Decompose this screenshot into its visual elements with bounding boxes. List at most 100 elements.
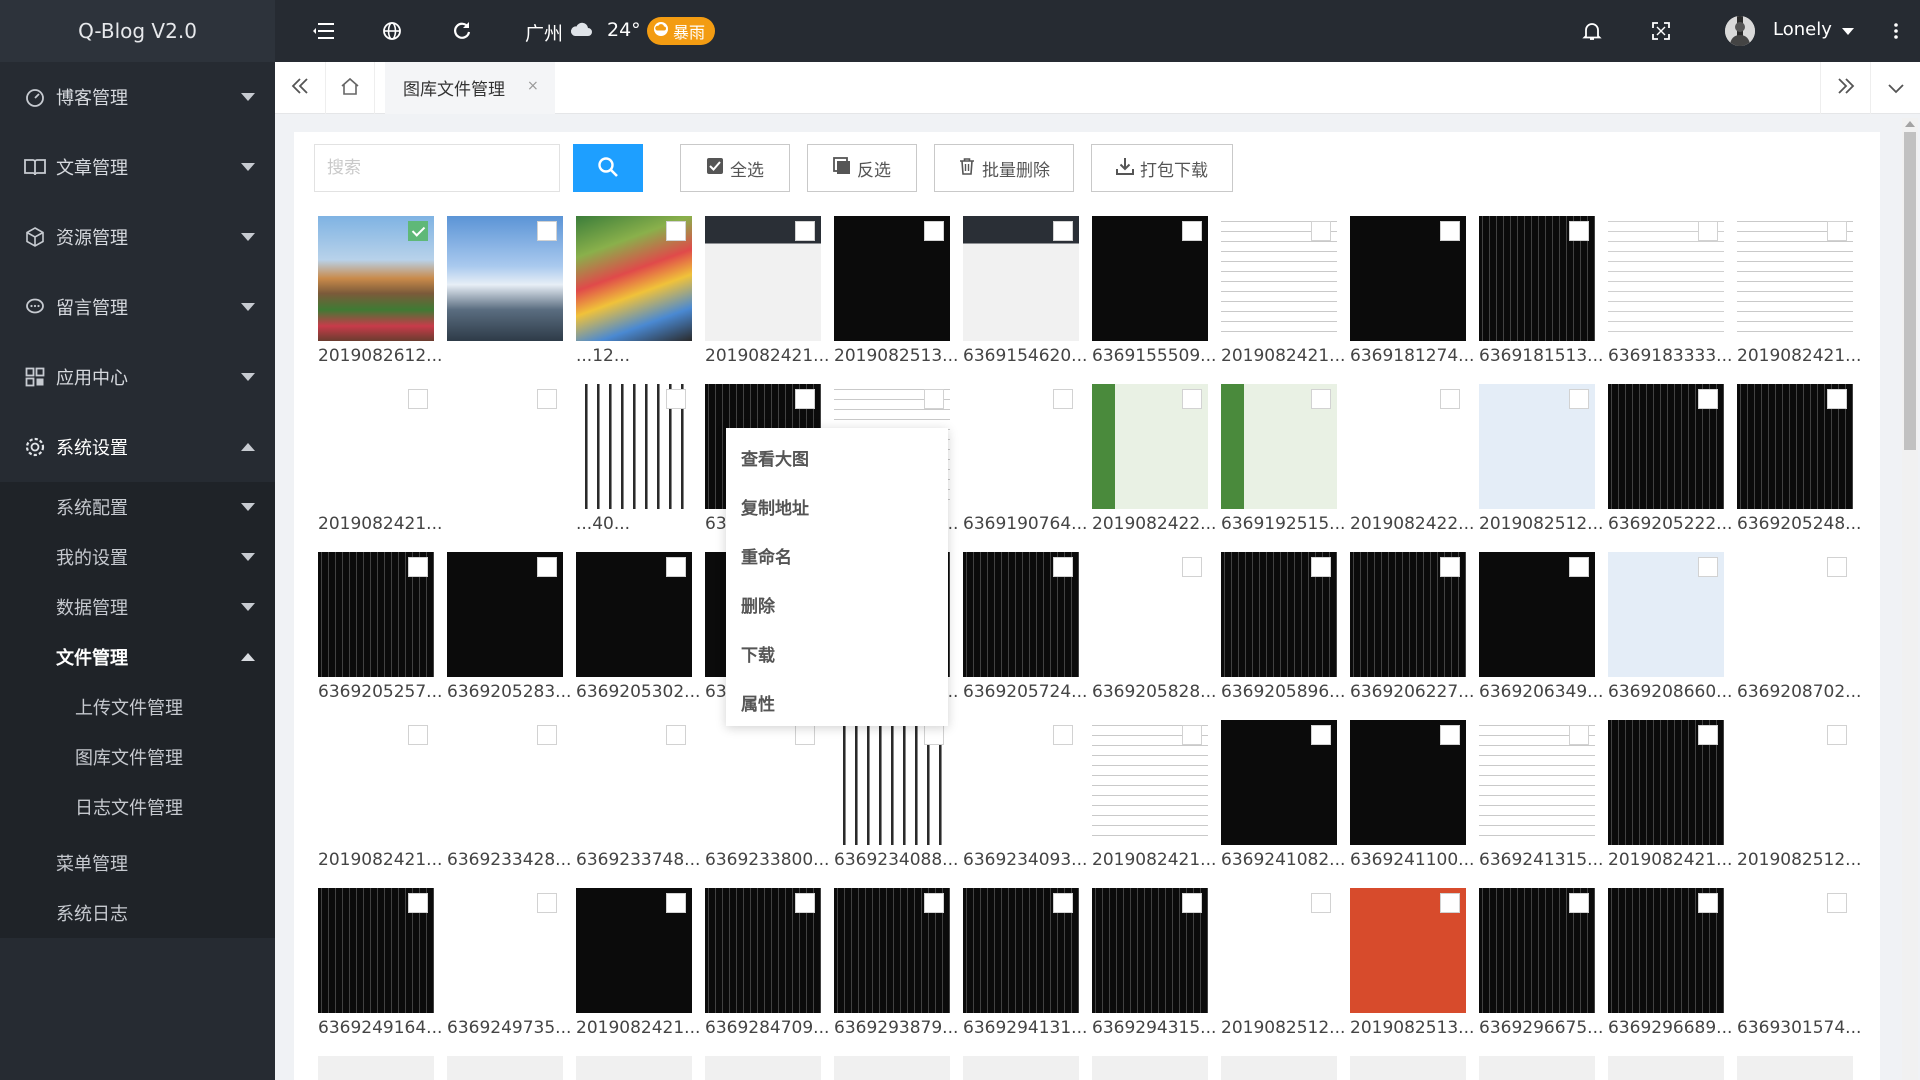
image-tile[interactable]: 6369205896... — [1221, 552, 1345, 708]
image-thumbnail[interactable] — [834, 1056, 950, 1080]
image-thumbnail[interactable] — [576, 1056, 692, 1080]
globe-icon[interactable] — [379, 18, 405, 44]
image-tile[interactable]: 6369233800... — [705, 720, 829, 876]
image-tile[interactable]: 2019082422... — [1092, 384, 1216, 540]
checkbox[interactable] — [1698, 893, 1718, 913]
menu-apps[interactable]: 应用中心 — [0, 342, 275, 412]
checkbox[interactable] — [1569, 221, 1589, 241]
checkbox[interactable] — [1311, 725, 1331, 745]
tabs-prev-button[interactable] — [275, 62, 325, 114]
checkbox[interactable] — [924, 221, 944, 241]
image-tile[interactable]: 6369205222... — [1608, 384, 1732, 540]
image-tile[interactable] — [447, 216, 563, 372]
checkbox[interactable] — [1827, 389, 1847, 409]
checkbox[interactable] — [1440, 389, 1460, 409]
checkbox[interactable] — [1053, 557, 1073, 577]
image-tile[interactable]: 6369205257... — [318, 552, 442, 708]
image-tile[interactable]: 2019082421... — [705, 216, 829, 372]
submenu-system-log[interactable]: 系统日志 — [0, 888, 275, 938]
ctx-copy-url[interactable]: 复制地址 — [726, 482, 948, 531]
image-tile[interactable]: 2019082421... — [1092, 720, 1216, 876]
image-tile[interactable]: 6369241100... — [1350, 720, 1474, 876]
checkbox[interactable] — [1698, 389, 1718, 409]
image-tile[interactable]: 6369206349... — [1479, 552, 1603, 708]
menu-article[interactable]: 文章管理 — [0, 132, 275, 202]
chevron-down-icon[interactable] — [1842, 28, 1854, 35]
checkbox[interactable] — [408, 557, 428, 577]
submenu-log-files[interactable]: 日志文件管理 — [0, 782, 275, 832]
image-tile[interactable]: 6369241315... — [1479, 720, 1603, 876]
image-tile[interactable]: 2019082512... — [1737, 720, 1861, 876]
checkbox[interactable] — [408, 893, 428, 913]
checkbox[interactable] — [1569, 725, 1589, 745]
pack-download-button[interactable]: 打包下载 — [1091, 144, 1233, 192]
image-thumbnail[interactable] — [1350, 1056, 1466, 1080]
image-thumbnail[interactable] — [1737, 1056, 1853, 1080]
tabs-dropdown-button[interactable] — [1870, 62, 1920, 114]
image-tile[interactable]: 6369249164... — [318, 888, 442, 1044]
image-tile[interactable]: 2019082422... — [1350, 384, 1474, 540]
image-tile[interactable]: 6369284709... — [705, 888, 829, 1044]
submenu-menu-management[interactable]: 菜单管理 — [0, 838, 275, 888]
menu-system-settings[interactable]: 系统设置 — [0, 412, 275, 482]
ctx-rename[interactable]: 重命名 — [726, 531, 948, 580]
submenu-my-settings[interactable]: 我的设置 — [0, 532, 275, 582]
image-tile[interactable]: 6369205828... — [1092, 552, 1216, 708]
image-tile[interactable]: 6369233428... — [447, 720, 571, 876]
tab-home[interactable] — [325, 62, 375, 114]
image-tile[interactable]: ...12... — [576, 216, 692, 372]
checkbox[interactable] — [924, 389, 944, 409]
checkbox[interactable] — [1311, 221, 1331, 241]
image-tile[interactable]: 2019082512... — [1479, 384, 1603, 540]
checkbox[interactable] — [924, 893, 944, 913]
image-tile[interactable]: 6369155509... — [1092, 216, 1216, 372]
image-tile[interactable]: 6369183333... — [1608, 216, 1732, 372]
submenu-data-management[interactable]: 数据管理 — [0, 582, 275, 632]
image-thumbnail[interactable] — [318, 1056, 434, 1080]
checkbox[interactable] — [1311, 557, 1331, 577]
image-tile[interactable]: 6369154620... — [963, 216, 1087, 372]
menu-blog[interactable]: 博客管理 — [0, 62, 275, 132]
image-thumbnail[interactable] — [705, 1056, 821, 1080]
image-tile[interactable]: 2019082612... — [318, 216, 442, 372]
checkbox[interactable] — [1182, 725, 1202, 745]
checkbox[interactable] — [795, 725, 815, 745]
checkbox[interactable] — [537, 389, 557, 409]
checkbox[interactable] — [1698, 557, 1718, 577]
checkbox[interactable] — [1827, 725, 1847, 745]
image-tile[interactable]: 6369208702... — [1737, 552, 1861, 708]
image-tile[interactable]: 6369233748... — [576, 720, 700, 876]
image-tile[interactable]: 6369205724... — [963, 552, 1087, 708]
image-tile[interactable]: 6369296675... — [1479, 888, 1603, 1044]
select-all-button[interactable]: 全选 — [680, 144, 790, 192]
image-thumbnail[interactable] — [447, 1056, 563, 1080]
checkbox[interactable] — [1698, 221, 1718, 241]
image-tile[interactable]: 6369296689... — [1608, 888, 1732, 1044]
image-tile[interactable]: 6369208660... — [1608, 552, 1732, 708]
checkbox[interactable] — [1311, 893, 1331, 913]
scrollbar[interactable] — [1902, 118, 1918, 1080]
image-tile[interactable]: 6369294131... — [963, 888, 1087, 1044]
image-tile[interactable]: 6369206227... — [1350, 552, 1474, 708]
image-tile[interactable]: 2019082512... — [1221, 888, 1345, 1044]
image-thumbnail[interactable] — [1608, 1056, 1724, 1080]
checkbox[interactable] — [1311, 389, 1331, 409]
image-thumbnail[interactable] — [1092, 1056, 1208, 1080]
checkbox[interactable] — [666, 557, 686, 577]
user-name[interactable]: Lonely — [1773, 19, 1832, 40]
batch-delete-button[interactable]: 批量删除 — [934, 144, 1074, 192]
checkbox[interactable] — [1698, 725, 1718, 745]
image-tile[interactable]: 6369241082... — [1221, 720, 1345, 876]
checkbox[interactable] — [1827, 893, 1847, 913]
image-tile[interactable]: 6369205302... — [576, 552, 700, 708]
image-tile[interactable]: 2019082421... — [576, 888, 700, 1044]
image-tile[interactable]: 6369294315... — [1092, 888, 1216, 1044]
checkbox[interactable] — [795, 221, 815, 241]
checkbox[interactable] — [666, 221, 686, 241]
image-tile[interactable]: 6369234093... — [963, 720, 1087, 876]
checkbox[interactable] — [1053, 725, 1073, 745]
checkbox[interactable] — [1569, 389, 1589, 409]
bell-icon[interactable] — [1579, 18, 1605, 44]
submenu-system-config[interactable]: 系统配置 — [0, 482, 275, 532]
image-tile[interactable]: 6369190764... — [963, 384, 1087, 540]
